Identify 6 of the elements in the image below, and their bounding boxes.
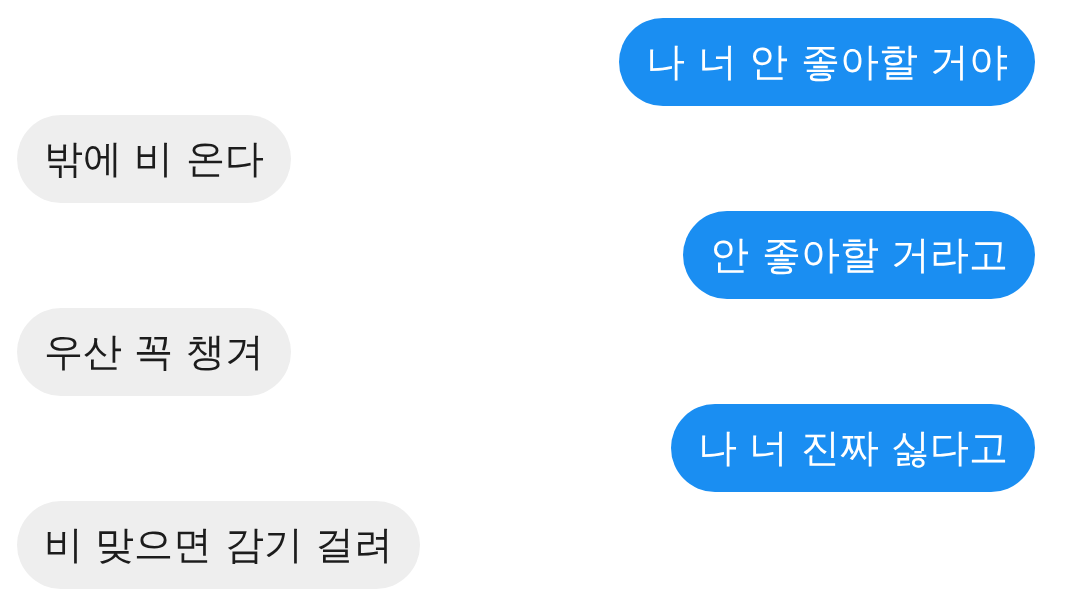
received-message: 밖에 비 온다 xyxy=(17,114,291,203)
sent-message: 나 너 안 좋아할 거야 xyxy=(619,18,1035,106)
received-message: 비 맞으면 감기 걸려 xyxy=(17,500,421,589)
sent-message: 안 좋아할 거라고 xyxy=(683,211,1035,300)
received-message: 우산 꼭 챙겨 xyxy=(17,307,291,396)
sent-message: 나 너 진짜 싫다고 xyxy=(670,404,1035,493)
